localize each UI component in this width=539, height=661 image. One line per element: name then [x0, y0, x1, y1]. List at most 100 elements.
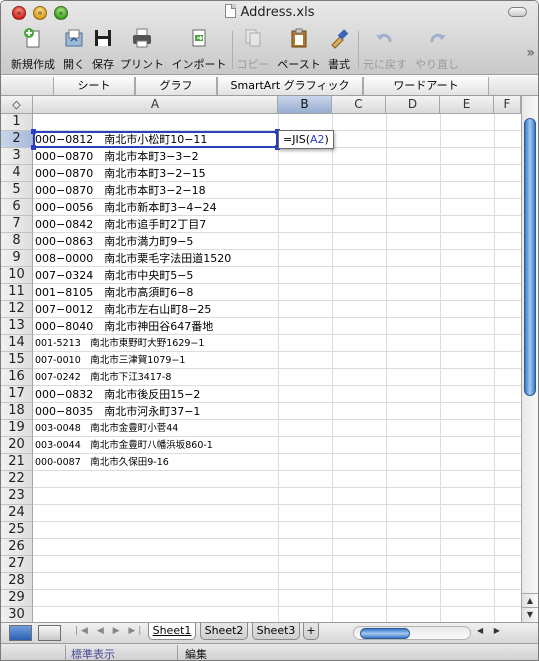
page-layout-view-button[interactable]: [38, 625, 61, 641]
new-button[interactable]: 新規作成: [9, 27, 57, 72]
row-header[interactable]: 10: [1, 267, 33, 284]
row-header[interactable]: 15: [1, 352, 33, 369]
tab-smartart[interactable]: SmartArt グラフィック: [217, 77, 363, 95]
row-header[interactable]: 29: [1, 590, 33, 607]
toolbar-overflow-icon[interactable]: »: [526, 45, 534, 61]
row-header[interactable]: 21: [1, 454, 33, 471]
cell-a11[interactable]: 001−8105 南北市高須町6−8: [35, 284, 193, 301]
tab-charts[interactable]: グラフ: [135, 77, 217, 95]
column-header-e[interactable]: E: [440, 96, 494, 114]
row-header[interactable]: 22: [1, 471, 33, 488]
tab-wordart[interactable]: ワードアート: [363, 77, 489, 95]
cell-a8[interactable]: 000−0863 南北市満力町9−5: [35, 233, 193, 250]
column-header-d[interactable]: D: [386, 96, 440, 114]
select-all-icon[interactable]: ◇: [1, 96, 33, 114]
vertical-scrollbar[interactable]: ▲ ▼: [521, 96, 538, 622]
cell-a17[interactable]: 000−0832 南北市後反田15−2: [35, 386, 200, 403]
normal-view-button[interactable]: [9, 625, 32, 641]
row-header[interactable]: 13: [1, 318, 33, 335]
paste-button[interactable]: ペースト: [275, 27, 323, 72]
save-disk-icon: [95, 30, 111, 46]
sheet-tab-2[interactable]: Sheet2: [200, 623, 248, 640]
row-header[interactable]: 6: [1, 199, 33, 216]
row-header[interactable]: 30: [1, 607, 33, 622]
row-header[interactable]: 12: [1, 301, 33, 318]
horizontal-scroll-thumb[interactable]: [360, 628, 410, 639]
cell-a16[interactable]: 007-0242 南北市下江3417-8: [35, 369, 171, 386]
cell-a21[interactable]: 000-0087 南北市久保田9-16: [35, 454, 169, 471]
row-header[interactable]: 20: [1, 437, 33, 454]
row-header[interactable]: 28: [1, 573, 33, 590]
cell-a10[interactable]: 007−0324 南北市中央町5−5: [35, 267, 193, 284]
redo-button[interactable]: やり直し: [413, 27, 461, 72]
cell-a5[interactable]: 000−0870 南北市本町3−2−18: [35, 182, 206, 199]
column-header-a[interactable]: A: [33, 96, 278, 114]
cell-a14[interactable]: 001-5213 南北市東野町大野1629−1: [35, 335, 204, 352]
column-header-c[interactable]: C: [332, 96, 386, 114]
row-header[interactable]: 8: [1, 233, 33, 250]
copy-button[interactable]: コピー: [235, 27, 271, 72]
row-header[interactable]: 27: [1, 556, 33, 573]
vertical-scroll-thumb[interactable]: [524, 118, 536, 396]
selection-handle[interactable]: [31, 129, 36, 134]
row-header[interactable]: 16: [1, 369, 33, 386]
row-header[interactable]: 2: [1, 131, 33, 148]
import-button[interactable]: インポート: [171, 27, 227, 72]
undo-button[interactable]: 元に戻す: [361, 27, 409, 72]
save-button[interactable]: 保存: [90, 27, 116, 72]
row-header[interactable]: 23: [1, 488, 33, 505]
cell-a7[interactable]: 000−0842 南北市追手町2丁目7: [35, 216, 206, 233]
row-header[interactable]: 17: [1, 386, 33, 403]
row-header[interactable]: 3: [1, 148, 33, 165]
add-sheet-button[interactable]: +: [303, 623, 319, 640]
cell-a4[interactable]: 000−0870 南北市本町3−2−15: [35, 165, 206, 182]
view-mode-label: 標準表示: [71, 648, 115, 661]
spreadsheet-grid[interactable]: ◇ A B C D E F 1 2 000−0812 南北市小松町10−11 3 000…: [1, 96, 521, 622]
row-header[interactable]: 9: [1, 250, 33, 267]
cell-a15[interactable]: 007-0010 南北市三津賀1079−1: [35, 352, 185, 369]
horizontal-scroll-arrows-icon[interactable]: ◀ ▶: [477, 626, 504, 635]
title-toolbar: Address.xls 新規作成 開く 保存 プリント インポート コピー ペー…: [1, 1, 538, 75]
cell-a20[interactable]: 003-0044 南北市金豊町八幡浜坂860-1: [35, 437, 213, 454]
open-button[interactable]: 開く: [59, 27, 89, 72]
toolbar-toggle-button[interactable]: [508, 7, 527, 17]
cell-a18[interactable]: 000−8035 南北市河永町37−1: [35, 403, 200, 420]
print-button[interactable]: プリント: [119, 27, 165, 72]
horizontal-scrollbar[interactable]: [353, 626, 471, 640]
sheet-tab-3[interactable]: Sheet3: [252, 623, 300, 640]
format-brush-icon: [331, 29, 349, 49]
row-header[interactable]: 19: [1, 420, 33, 437]
row-header[interactable]: 25: [1, 522, 33, 539]
row-header[interactable]: 18: [1, 403, 33, 420]
row-header[interactable]: 24: [1, 505, 33, 522]
cell-a9[interactable]: 008−0000 南北市栗毛字法田道1520: [35, 250, 231, 267]
grid-line: [33, 487, 521, 488]
row-header[interactable]: 4: [1, 165, 33, 182]
column-header-f[interactable]: F: [494, 96, 521, 114]
cell-a3[interactable]: 000−0870 南北市本町3−3−2: [35, 148, 199, 165]
sheet-nav-arrows-icon[interactable]: |◀ ◀ ▶ ▶|: [75, 626, 144, 636]
format-button[interactable]: 書式: [325, 27, 353, 72]
cell-a19[interactable]: 003-0048 南北市金豊町小菅44: [35, 420, 178, 437]
printer-icon: [133, 28, 151, 48]
scroll-down-icon[interactable]: ▼: [522, 607, 538, 621]
column-header-b[interactable]: B: [278, 96, 332, 114]
row-header[interactable]: 1: [1, 114, 33, 131]
cell-a12[interactable]: 007−0012 南北市左右山町8−25: [35, 301, 211, 318]
row-header[interactable]: 26: [1, 539, 33, 556]
row-header[interactable]: 11: [1, 284, 33, 301]
cell-a13[interactable]: 000−8040 南北市神田谷647番地: [35, 318, 213, 335]
sheet-tab-1[interactable]: Sheet1: [148, 623, 196, 640]
tab-sheets[interactable]: シート: [53, 77, 135, 95]
row-header[interactable]: 14: [1, 335, 33, 352]
window-title: Address.xls: [240, 5, 315, 20]
row-header[interactable]: 5: [1, 182, 33, 199]
row-header[interactable]: 7: [1, 216, 33, 233]
scroll-up-icon[interactable]: ▲: [522, 593, 538, 607]
copy-icon: [245, 29, 261, 47]
cell-b2-formula[interactable]: =JIS(A2): [278, 130, 334, 149]
selection-handle[interactable]: [31, 145, 36, 150]
status-divider: [177, 645, 178, 660]
active-cell-a2[interactable]: [33, 131, 278, 148]
cell-a6[interactable]: 000−0056 南北市新本町3−4−24: [35, 199, 217, 216]
